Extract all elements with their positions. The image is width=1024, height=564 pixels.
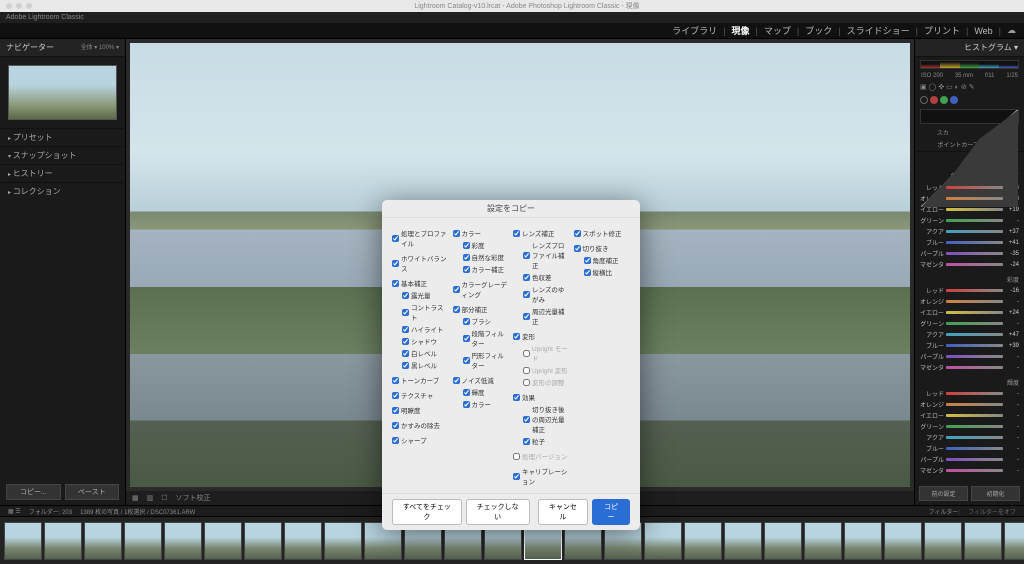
copy-button[interactable]: コピー... <box>6 484 61 500</box>
dialog-title: 設定をコピー <box>382 200 640 218</box>
filmstrip-thumb[interactable] <box>884 522 922 560</box>
minimize-icon[interactable] <box>16 3 22 9</box>
filmstrip-thumb[interactable] <box>964 522 1002 560</box>
hsl-slider[interactable]: イエロー+24 <box>920 307 1019 318</box>
filmstrip-thumb[interactable] <box>764 522 802 560</box>
filmstrip-thumb[interactable] <box>164 522 202 560</box>
filmstrip-thumb[interactable] <box>124 522 162 560</box>
hsl-slider[interactable]: ブルー- <box>920 443 1019 454</box>
reset-button[interactable]: 初期化 <box>971 486 1020 501</box>
filmstrip-thumb[interactable] <box>804 522 842 560</box>
navigator-preview[interactable] <box>8 65 117 120</box>
tab-print[interactable]: プリント <box>924 24 960 37</box>
grid-icon[interactable]: ▦ ☰ <box>8 508 21 515</box>
check-none-button[interactable]: チェックしない <box>466 499 530 525</box>
hsl-slider[interactable]: オレンジ- <box>920 296 1019 307</box>
compare-icon[interactable]: ▥ <box>147 494 154 502</box>
hsl-slider[interactable]: パープル- <box>920 454 1019 465</box>
hsl-slider[interactable]: パープル- <box>920 351 1019 362</box>
filmstrip-thumb[interactable] <box>844 522 882 560</box>
adjust-tools[interactable]: ▣ ◯ ✜ ▭ ◐ ⊘ ✎ <box>915 80 1024 94</box>
filmstrip-thumb[interactable] <box>684 522 722 560</box>
hsl-slider[interactable]: イエロー- <box>920 410 1019 421</box>
filmstrip-thumb[interactable] <box>324 522 362 560</box>
menubar[interactable]: Adobe Lightroom Classic <box>0 12 1024 23</box>
zoom-icon[interactable] <box>26 3 32 9</box>
window-title: Lightroom Catalog-v10.lrcat - Adobe Phot… <box>36 1 1018 11</box>
filmstrip-thumb[interactable] <box>1004 522 1024 560</box>
previous-button[interactable]: 前の設定 <box>919 486 968 501</box>
tab-library[interactable]: ライブラリ <box>672 24 717 37</box>
hsl-slider[interactable]: グリーン- <box>920 421 1019 432</box>
filmstrip-thumb[interactable] <box>724 522 762 560</box>
soft-proof-toggle[interactable]: ソフト校正 <box>176 493 211 503</box>
filmstrip-thumb[interactable] <box>644 522 682 560</box>
histogram[interactable] <box>920 60 1019 69</box>
tab-web[interactable]: Web <box>974 26 992 36</box>
color-label-row[interactable] <box>915 94 1024 106</box>
filmstrip-thumb[interactable] <box>84 522 122 560</box>
histogram-info: ISO 20035 mm f/111/25 <box>915 72 1024 80</box>
section-collections[interactable]: コレクション <box>0 182 125 200</box>
hsl-slider[interactable]: グリーン- <box>920 215 1019 226</box>
hsl-slider[interactable]: グリーン- <box>920 318 1019 329</box>
filmstrip-thumb[interactable] <box>44 522 82 560</box>
tab-develop[interactable]: 現像 <box>732 24 750 37</box>
hsl-slider[interactable]: レッド-16 <box>920 285 1019 296</box>
section-history[interactable]: ヒストリー <box>0 164 125 182</box>
filmstrip-thumb[interactable] <box>924 522 962 560</box>
hsl-slider[interactable]: アクア+47 <box>920 329 1019 340</box>
filmstrip-thumb[interactable] <box>204 522 242 560</box>
left-panel: ナビゲーター 全体 ▾ 100% ▾ プリセット スナップショット ヒストリー … <box>0 39 126 505</box>
histogram-header[interactable]: ヒストグラム ▾ <box>915 39 1024 57</box>
hsl-slider[interactable]: アクア+37 <box>920 226 1019 237</box>
filmstrip-thumb[interactable] <box>284 522 322 560</box>
copy-settings-dialog: 設定をコピー 処理とプロファイル ホワイトバランス 基本補正 露光量コントラスト… <box>382 200 640 530</box>
hsl-slider[interactable]: マゼンタ- <box>920 465 1019 476</box>
filmstrip-thumb[interactable] <box>244 522 282 560</box>
hsl-slider[interactable]: マゼンタ- <box>920 362 1019 373</box>
section-snapshots[interactable]: スナップショット <box>0 146 125 164</box>
hsl-slider[interactable]: ブルー+39 <box>920 340 1019 351</box>
tab-book[interactable]: ブック <box>805 24 832 37</box>
check-all-button[interactable]: すべてをチェック <box>392 499 462 525</box>
hsl-slider[interactable]: オレンジ- <box>920 399 1019 410</box>
cloud-icon[interactable]: ☁ <box>1007 25 1016 36</box>
copy-ok-button[interactable]: コピー <box>592 499 630 525</box>
loupe-icon[interactable]: ▦ <box>132 494 139 502</box>
cancel-button[interactable]: キャンセル <box>538 499 589 525</box>
module-tabs: ライブラリ| 現像| マップ| ブック| スライドショー| プリント| Web|… <box>0 23 1024 39</box>
right-panel: ヒストグラム ▾ ISO 20035 mm f/111/25 ▣ ◯ ✜ ▭ ◐… <box>914 39 1024 505</box>
titlebar: Lightroom Catalog-v10.lrcat - Adobe Phot… <box>0 0 1024 12</box>
hsl-slider[interactable]: レッド- <box>920 388 1019 399</box>
navigator-header[interactable]: ナビゲーター 全体 ▾ 100% ▾ <box>0 39 125 57</box>
paste-button[interactable]: ペースト <box>65 484 120 500</box>
close-icon[interactable] <box>6 3 12 9</box>
section-presets[interactable]: プリセット <box>0 128 125 146</box>
hsl-slider[interactable]: ブルー+41 <box>920 237 1019 248</box>
hsl-slider[interactable]: アクア- <box>920 432 1019 443</box>
hsl-slider[interactable]: パープル-35 <box>920 248 1019 259</box>
tab-map[interactable]: マップ <box>764 24 791 37</box>
hsl-slider[interactable]: マゼンタ-24 <box>920 259 1019 270</box>
tab-slideshow[interactable]: スライドショー <box>847 24 910 37</box>
filmstrip-thumb[interactable] <box>4 522 42 560</box>
tone-curve[interactable] <box>920 109 1019 124</box>
